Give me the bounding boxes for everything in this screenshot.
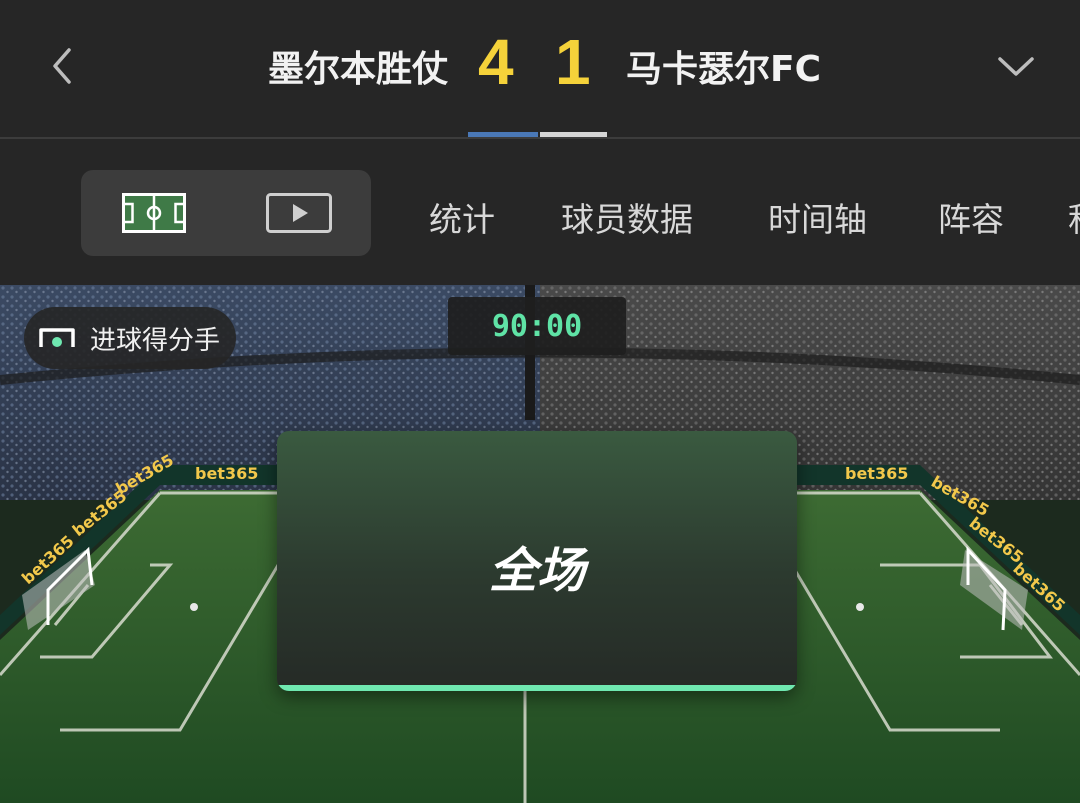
play-video-icon	[265, 193, 332, 233]
goal-scorers-button[interactable]: 进球得分手	[24, 307, 237, 369]
home-team-name[interactable]: 墨尔本胜仗	[268, 40, 448, 92]
tab-more[interactable]: 积	[1068, 193, 1080, 241]
goal-scorers-label: 进球得分手	[90, 325, 221, 356]
match-clock: 90:00	[448, 297, 626, 355]
goal-net-icon	[39, 328, 75, 347]
pitch-view-button[interactable]	[81, 170, 226, 256]
match-visualisation: bet365 bet365 bet365 bet365 bet365 bet36…	[0, 285, 1080, 803]
match-header: 墨尔本胜仗 4 1 马卡瑟尔FC	[0, 0, 1080, 137]
back-button[interactable]	[38, 42, 86, 90]
view-toggle	[81, 170, 371, 256]
tab-bar: 统计 球员数据 时间轴 阵容 积	[0, 139, 1080, 285]
match-status: 全场	[488, 543, 585, 599]
home-possession-bar	[468, 132, 538, 137]
home-score: 4	[478, 26, 514, 98]
tab-lineup[interactable]: 阵容	[938, 193, 1004, 241]
svg-text:bet365: bet365	[845, 464, 908, 483]
away-score: 1	[555, 26, 591, 98]
chevron-left-icon	[53, 48, 71, 84]
video-view-button[interactable]	[226, 170, 371, 256]
away-team-name[interactable]: 马卡瑟尔FC	[626, 40, 821, 92]
status-accent-bar	[277, 685, 797, 691]
tab-player-stats[interactable]: 球员数据	[561, 193, 693, 241]
away-possession-bar	[540, 132, 607, 137]
collapse-button[interactable]	[990, 42, 1042, 90]
match-status-card: 全场	[277, 431, 797, 691]
tab-stats[interactable]: 统计	[429, 193, 495, 241]
pitch-icon	[121, 193, 186, 233]
chevron-down-icon	[998, 57, 1034, 76]
tab-timeline[interactable]: 时间轴	[768, 193, 867, 241]
svg-text:bet365: bet365	[195, 464, 258, 483]
